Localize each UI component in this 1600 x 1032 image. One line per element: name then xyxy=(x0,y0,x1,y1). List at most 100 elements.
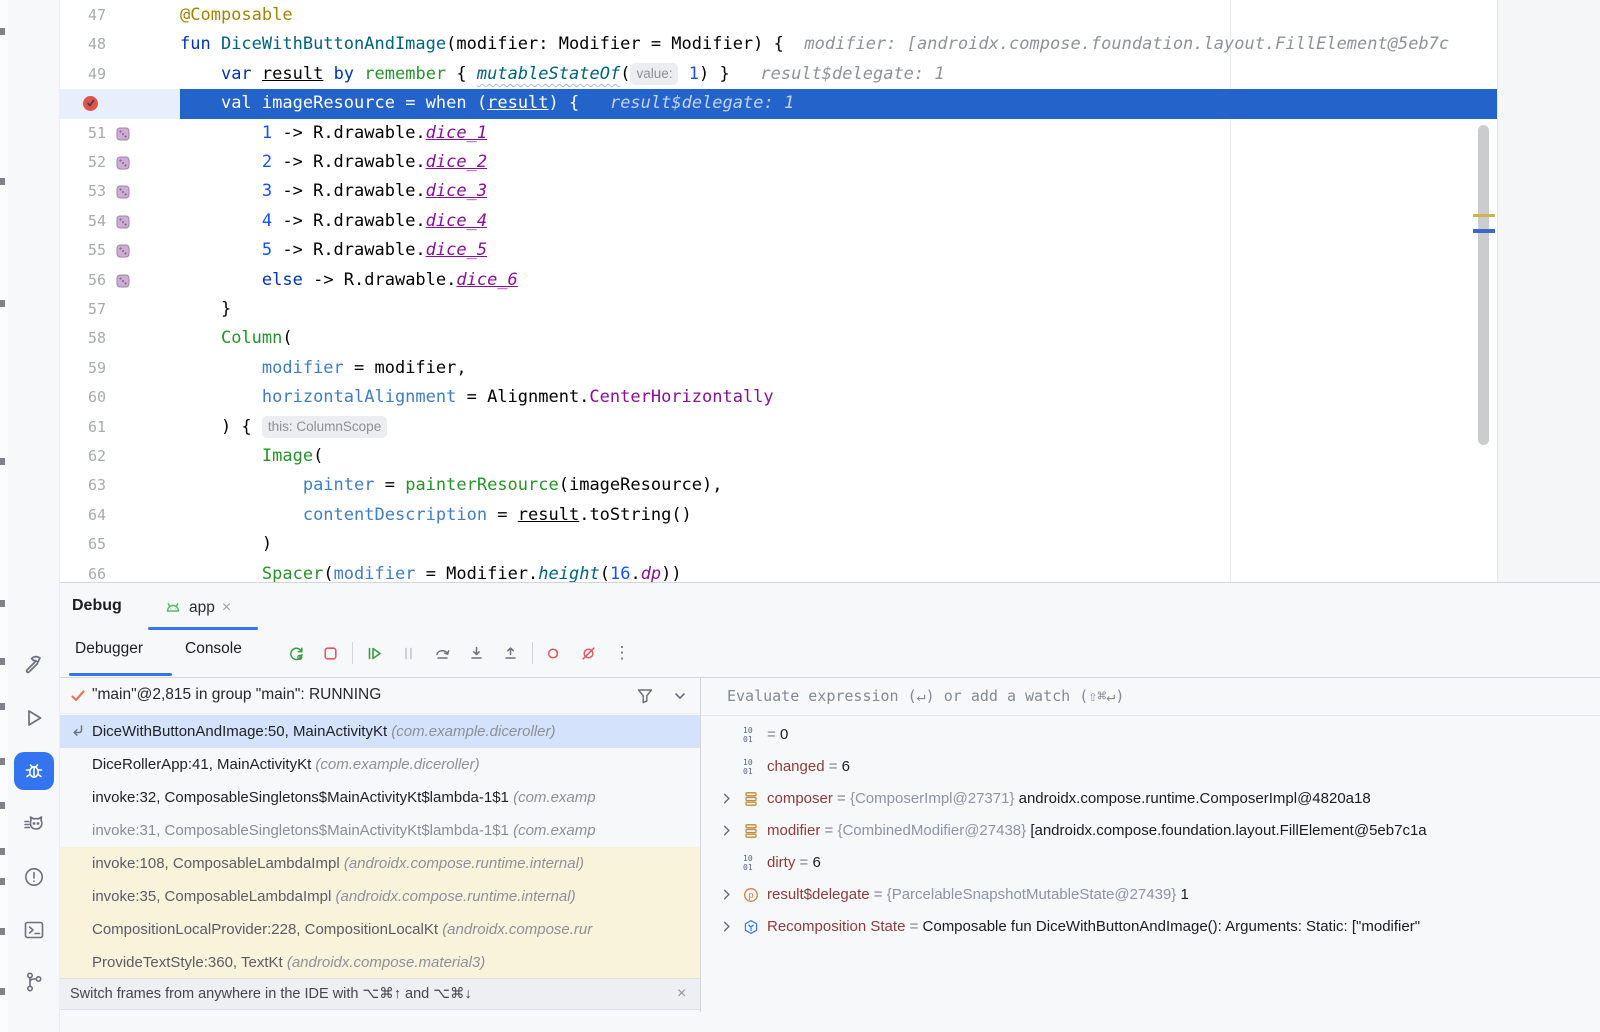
run-play-icon[interactable] xyxy=(14,699,54,737)
code-line-52[interactable]: 2 -> R.drawable.dice_2 xyxy=(180,148,1497,177)
tab-console[interactable]: Console xyxy=(185,640,242,658)
stop-icon[interactable] xyxy=(316,639,344,667)
view-breakpoints-icon[interactable] xyxy=(540,639,568,667)
code-line-55[interactable]: 5 -> R.drawable.dice_5 xyxy=(180,236,1497,265)
tab-debugger[interactable]: Debugger xyxy=(75,640,143,658)
thread-status-row[interactable]: "main"@2,815 in group "main": RUNNING xyxy=(60,678,700,714)
banner-close-icon[interactable]: × xyxy=(677,985,686,1003)
build-hammer-icon[interactable] xyxy=(14,645,54,683)
code-line-49[interactable]: var result by remember { mutableStateOf(… xyxy=(180,60,1497,89)
debug-bug-icon[interactable] xyxy=(14,752,54,790)
gutter-line-62[interactable]: 62 xyxy=(60,442,180,471)
gutter-line-59[interactable]: 59 xyxy=(60,354,180,383)
error-stripe-exec-mark[interactable] xyxy=(1473,229,1495,233)
step-into-icon[interactable] xyxy=(462,639,490,667)
code-line-51[interactable]: 1 -> R.drawable.dice_1 xyxy=(180,119,1497,148)
session-tab-close-icon[interactable]: × xyxy=(222,599,231,617)
gutter-line-52[interactable]: 52 xyxy=(60,148,180,177)
variable-row[interactable]: 10 01dirty = 6 xyxy=(701,847,1600,879)
variable-row[interactable]: 10 01= 0 xyxy=(701,719,1600,751)
pause-icon[interactable] xyxy=(394,639,422,667)
gutter-line-54[interactable]: 54 xyxy=(60,207,180,236)
gutter-line-56[interactable]: 56 xyxy=(60,266,180,295)
code-editor[interactable]: 474849 51525354555657585960616263646566 @… xyxy=(60,0,1497,582)
problems-icon[interactable] xyxy=(14,858,54,896)
gutter-line-64[interactable]: 64 xyxy=(60,501,180,530)
code-line-63[interactable]: painter = painterResource(imageResource)… xyxy=(180,471,1497,500)
code-line-54[interactable]: 4 -> R.drawable.dice_4 xyxy=(180,207,1497,236)
code-line-56[interactable]: else -> R.drawable.dice_6 xyxy=(180,266,1497,295)
gutter-line-66[interactable]: 66 xyxy=(60,560,180,582)
session-tab-app[interactable]: app × xyxy=(156,591,239,625)
stack-frame-row[interactable]: DiceWithButtonAndImage:50, MainActivityK… xyxy=(60,715,700,748)
gutter-line-60[interactable]: 60 xyxy=(60,383,180,412)
code-line-64[interactable]: contentDescription = result.toString() xyxy=(180,501,1497,530)
expand-chevron-icon[interactable] xyxy=(719,823,734,838)
evaluate-expression-input[interactable]: Evaluate expression (↵) or add a watch (… xyxy=(701,678,1600,716)
variable-row[interactable]: presult$delegate = {ParcelableSnapshotMu… xyxy=(701,879,1600,911)
debugger-toolbar-row: Debugger Console xyxy=(60,630,1600,677)
stack-frame-row[interactable]: ProvideTextStyle:360, TextKt (androidx.c… xyxy=(60,946,700,979)
code-line-53[interactable]: 3 -> R.drawable.dice_3 xyxy=(180,177,1497,206)
gutter-line-58[interactable]: 58 xyxy=(60,324,180,353)
mute-breakpoints-icon[interactable] xyxy=(574,639,602,667)
drawable-dice-preview-icon[interactable] xyxy=(115,155,131,171)
expand-chevron-icon[interactable] xyxy=(719,887,734,902)
gutter-line-61[interactable]: 61 xyxy=(60,413,180,442)
stack-frame-row[interactable]: invoke:32, ComposableSingletons$MainActi… xyxy=(60,781,700,814)
debug-tool-window: Debug app × Debugger Console xyxy=(60,582,1600,1032)
code-line-66[interactable]: Spacer(modifier = Modifier.height(16.dp)… xyxy=(180,560,1497,582)
drawable-dice-preview-icon[interactable] xyxy=(115,184,131,200)
resume-icon[interactable] xyxy=(360,639,388,667)
gutter-line-53[interactable]: 53 xyxy=(60,177,180,206)
code-line-61[interactable]: ) { this: ColumnScope xyxy=(180,413,1497,442)
variable-row[interactable]: 10 01changed = 6 xyxy=(701,751,1600,783)
code-line-50[interactable]: val imageResource = when (result) { resu… xyxy=(180,89,1497,118)
drawable-dice-preview-icon[interactable] xyxy=(115,214,131,230)
code-line-47[interactable]: @Composable xyxy=(180,1,1497,30)
filter-funnel-icon[interactable] xyxy=(635,686,655,706)
step-over-icon[interactable] xyxy=(428,639,456,667)
drawable-dice-preview-icon[interactable] xyxy=(115,273,131,289)
drawable-dice-preview-icon[interactable] xyxy=(115,243,131,259)
editor-scrollbar[interactable] xyxy=(1478,125,1489,445)
drawable-dice-preview-icon[interactable] xyxy=(115,126,131,142)
version-control-icon[interactable] xyxy=(14,963,54,1001)
code-line-59[interactable]: modifier = modifier, xyxy=(180,354,1497,383)
stack-frame-row[interactable]: invoke:31, ComposableSingletons$MainActi… xyxy=(60,814,700,847)
breakpoint-icon[interactable] xyxy=(82,95,99,112)
gutter-line-57[interactable]: 57 xyxy=(60,295,180,324)
code-line-65[interactable]: ) xyxy=(180,530,1497,559)
code-line-60[interactable]: horizontalAlignment = Alignment.CenterHo… xyxy=(180,383,1497,412)
variable-row[interactable]: modifier = {CombinedModifier@27438} [and… xyxy=(701,815,1600,847)
gutter-line-49[interactable]: 49 xyxy=(60,60,180,89)
code-line-58[interactable]: Column( xyxy=(180,324,1497,353)
expand-chevron-icon[interactable] xyxy=(719,919,734,934)
terminal-icon[interactable] xyxy=(14,911,54,949)
rerun-debug-icon[interactable] xyxy=(282,639,310,667)
expand-chevron-icon[interactable] xyxy=(719,791,734,806)
logcat-cat-icon[interactable] xyxy=(14,805,54,843)
gutter-line-63[interactable]: 63 xyxy=(60,471,180,500)
code-line-48[interactable]: fun DiceWithButtonAndImage(modifier: Mod… xyxy=(180,30,1497,59)
stack-frame-row[interactable]: invoke:35, ComposableLambdaImpl (android… xyxy=(60,880,700,913)
variable-row[interactable]: composer = {ComposerImpl@27371} androidx… xyxy=(701,783,1600,815)
stack-frame-row[interactable]: DiceRollerApp:41, MainActivityKt (com.ex… xyxy=(60,748,700,781)
gutter-line-65[interactable]: 65 xyxy=(60,530,180,559)
stack-frame-row[interactable]: invoke:108, ComposableLambdaImpl (androi… xyxy=(60,847,700,880)
line-number: 49 xyxy=(60,60,106,89)
stack-frame-row[interactable]: CompositionLocalProvider:228, Compositio… xyxy=(60,913,700,946)
gutter-line-50[interactable] xyxy=(60,89,180,118)
gutter-line-47[interactable]: 47 xyxy=(60,1,180,30)
step-out-icon[interactable] xyxy=(496,639,524,667)
variable-row[interactable]: Recomposition State = Composable fun Dic… xyxy=(701,911,1600,943)
gutter-line-51[interactable]: 51 xyxy=(60,119,180,148)
more-options-icon[interactable]: ⋮ xyxy=(608,639,636,667)
code-line-62[interactable]: Image( xyxy=(180,442,1497,471)
code-line-57[interactable]: } xyxy=(180,295,1497,324)
gutter-line-55[interactable]: 55 xyxy=(60,236,180,265)
gutter-line-48[interactable]: 48 xyxy=(60,30,180,59)
chevron-down-icon[interactable] xyxy=(672,688,688,704)
line-number: 60 xyxy=(60,383,106,412)
error-stripe-warning-mark[interactable] xyxy=(1473,214,1495,217)
